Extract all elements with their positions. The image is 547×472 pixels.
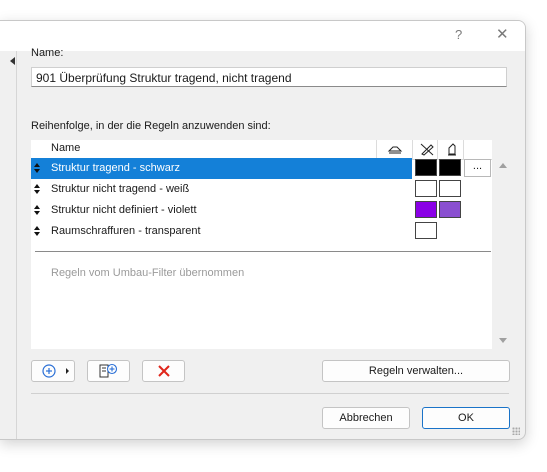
manage-rules-button[interactable]: Regeln verwalten... bbox=[322, 360, 510, 382]
ok-button[interactable]: OK bbox=[422, 407, 510, 429]
scroll-down-arrow-icon[interactable] bbox=[499, 338, 507, 343]
plus-circle-icon bbox=[42, 364, 69, 378]
swatch-fill[interactable] bbox=[439, 159, 461, 176]
rule-name: Struktur tragend - schwarz bbox=[51, 162, 180, 174]
cancel-button[interactable]: Abbrechen bbox=[322, 407, 410, 429]
name-label: Name: bbox=[31, 47, 64, 59]
more-options-button[interactable]: ... bbox=[464, 159, 491, 177]
reorder-handle-icon[interactable] bbox=[34, 184, 40, 195]
delete-rule-button[interactable] bbox=[142, 360, 185, 382]
add-rule-button[interactable] bbox=[31, 360, 75, 382]
rule-row[interactable]: Struktur nicht definiert - violett bbox=[31, 200, 492, 221]
close-button[interactable]: ✕ bbox=[496, 25, 509, 43]
header-divider bbox=[412, 140, 413, 159]
scroll-up-arrow-icon[interactable] bbox=[499, 163, 507, 168]
header-divider bbox=[463, 140, 464, 159]
resize-grip-icon[interactable] bbox=[512, 427, 520, 435]
fill-bucket-icon bbox=[448, 143, 456, 156]
rule-name: Raumschraffuren - transparent bbox=[51, 225, 201, 237]
rule-name: Struktur nicht definiert - violett bbox=[51, 204, 197, 216]
swatch-override[interactable] bbox=[415, 222, 437, 239]
swatch-fill[interactable] bbox=[439, 180, 461, 197]
reorder-handle-icon[interactable] bbox=[34, 226, 40, 237]
rules-order-label: Reihenfolge, in der die Regeln anzuwende… bbox=[31, 120, 271, 132]
header-divider bbox=[437, 140, 438, 159]
surface-icon bbox=[387, 146, 403, 154]
reorder-handle-icon[interactable] bbox=[34, 163, 40, 174]
red-x-icon bbox=[158, 365, 170, 377]
rule-row[interactable]: Raumschraffuren - transparent bbox=[31, 221, 492, 242]
header-divider bbox=[376, 140, 377, 159]
rule-name: Struktur nicht tragend - weiß bbox=[51, 183, 190, 195]
swatch-override[interactable] bbox=[415, 159, 437, 176]
rule-row[interactable]: Struktur tragend - schwarz ... bbox=[31, 158, 492, 179]
reorder-handle-icon[interactable] bbox=[34, 205, 40, 216]
collapsed-side-panel[interactable] bbox=[0, 51, 17, 439]
inherited-rules-hint: Regeln vom Umbau-Filter übernommen bbox=[51, 267, 245, 279]
swatch-override[interactable] bbox=[415, 180, 437, 197]
title-bar: ? ✕ bbox=[0, 21, 525, 51]
swatch-override[interactable] bbox=[415, 201, 437, 218]
rules-list[interactable]: Name Struktur tragend - schwarz ... Stru… bbox=[31, 140, 492, 349]
name-input[interactable]: 901 Überprüfung Struktur tragend, nicht … bbox=[31, 67, 507, 87]
swatch-fill[interactable] bbox=[439, 201, 461, 218]
import-rules-button[interactable] bbox=[87, 360, 130, 382]
inherited-separator bbox=[35, 251, 491, 252]
override-pen-icon bbox=[420, 143, 434, 156]
footer-divider bbox=[31, 393, 509, 394]
list-header: Name bbox=[31, 140, 492, 160]
help-button[interactable]: ? bbox=[455, 27, 462, 42]
collapse-arrow-icon[interactable] bbox=[10, 57, 15, 65]
import-rules-icon bbox=[99, 363, 118, 378]
column-name-header[interactable]: Name bbox=[51, 142, 80, 154]
rule-row[interactable]: Struktur nicht tragend - weiß bbox=[31, 179, 492, 200]
